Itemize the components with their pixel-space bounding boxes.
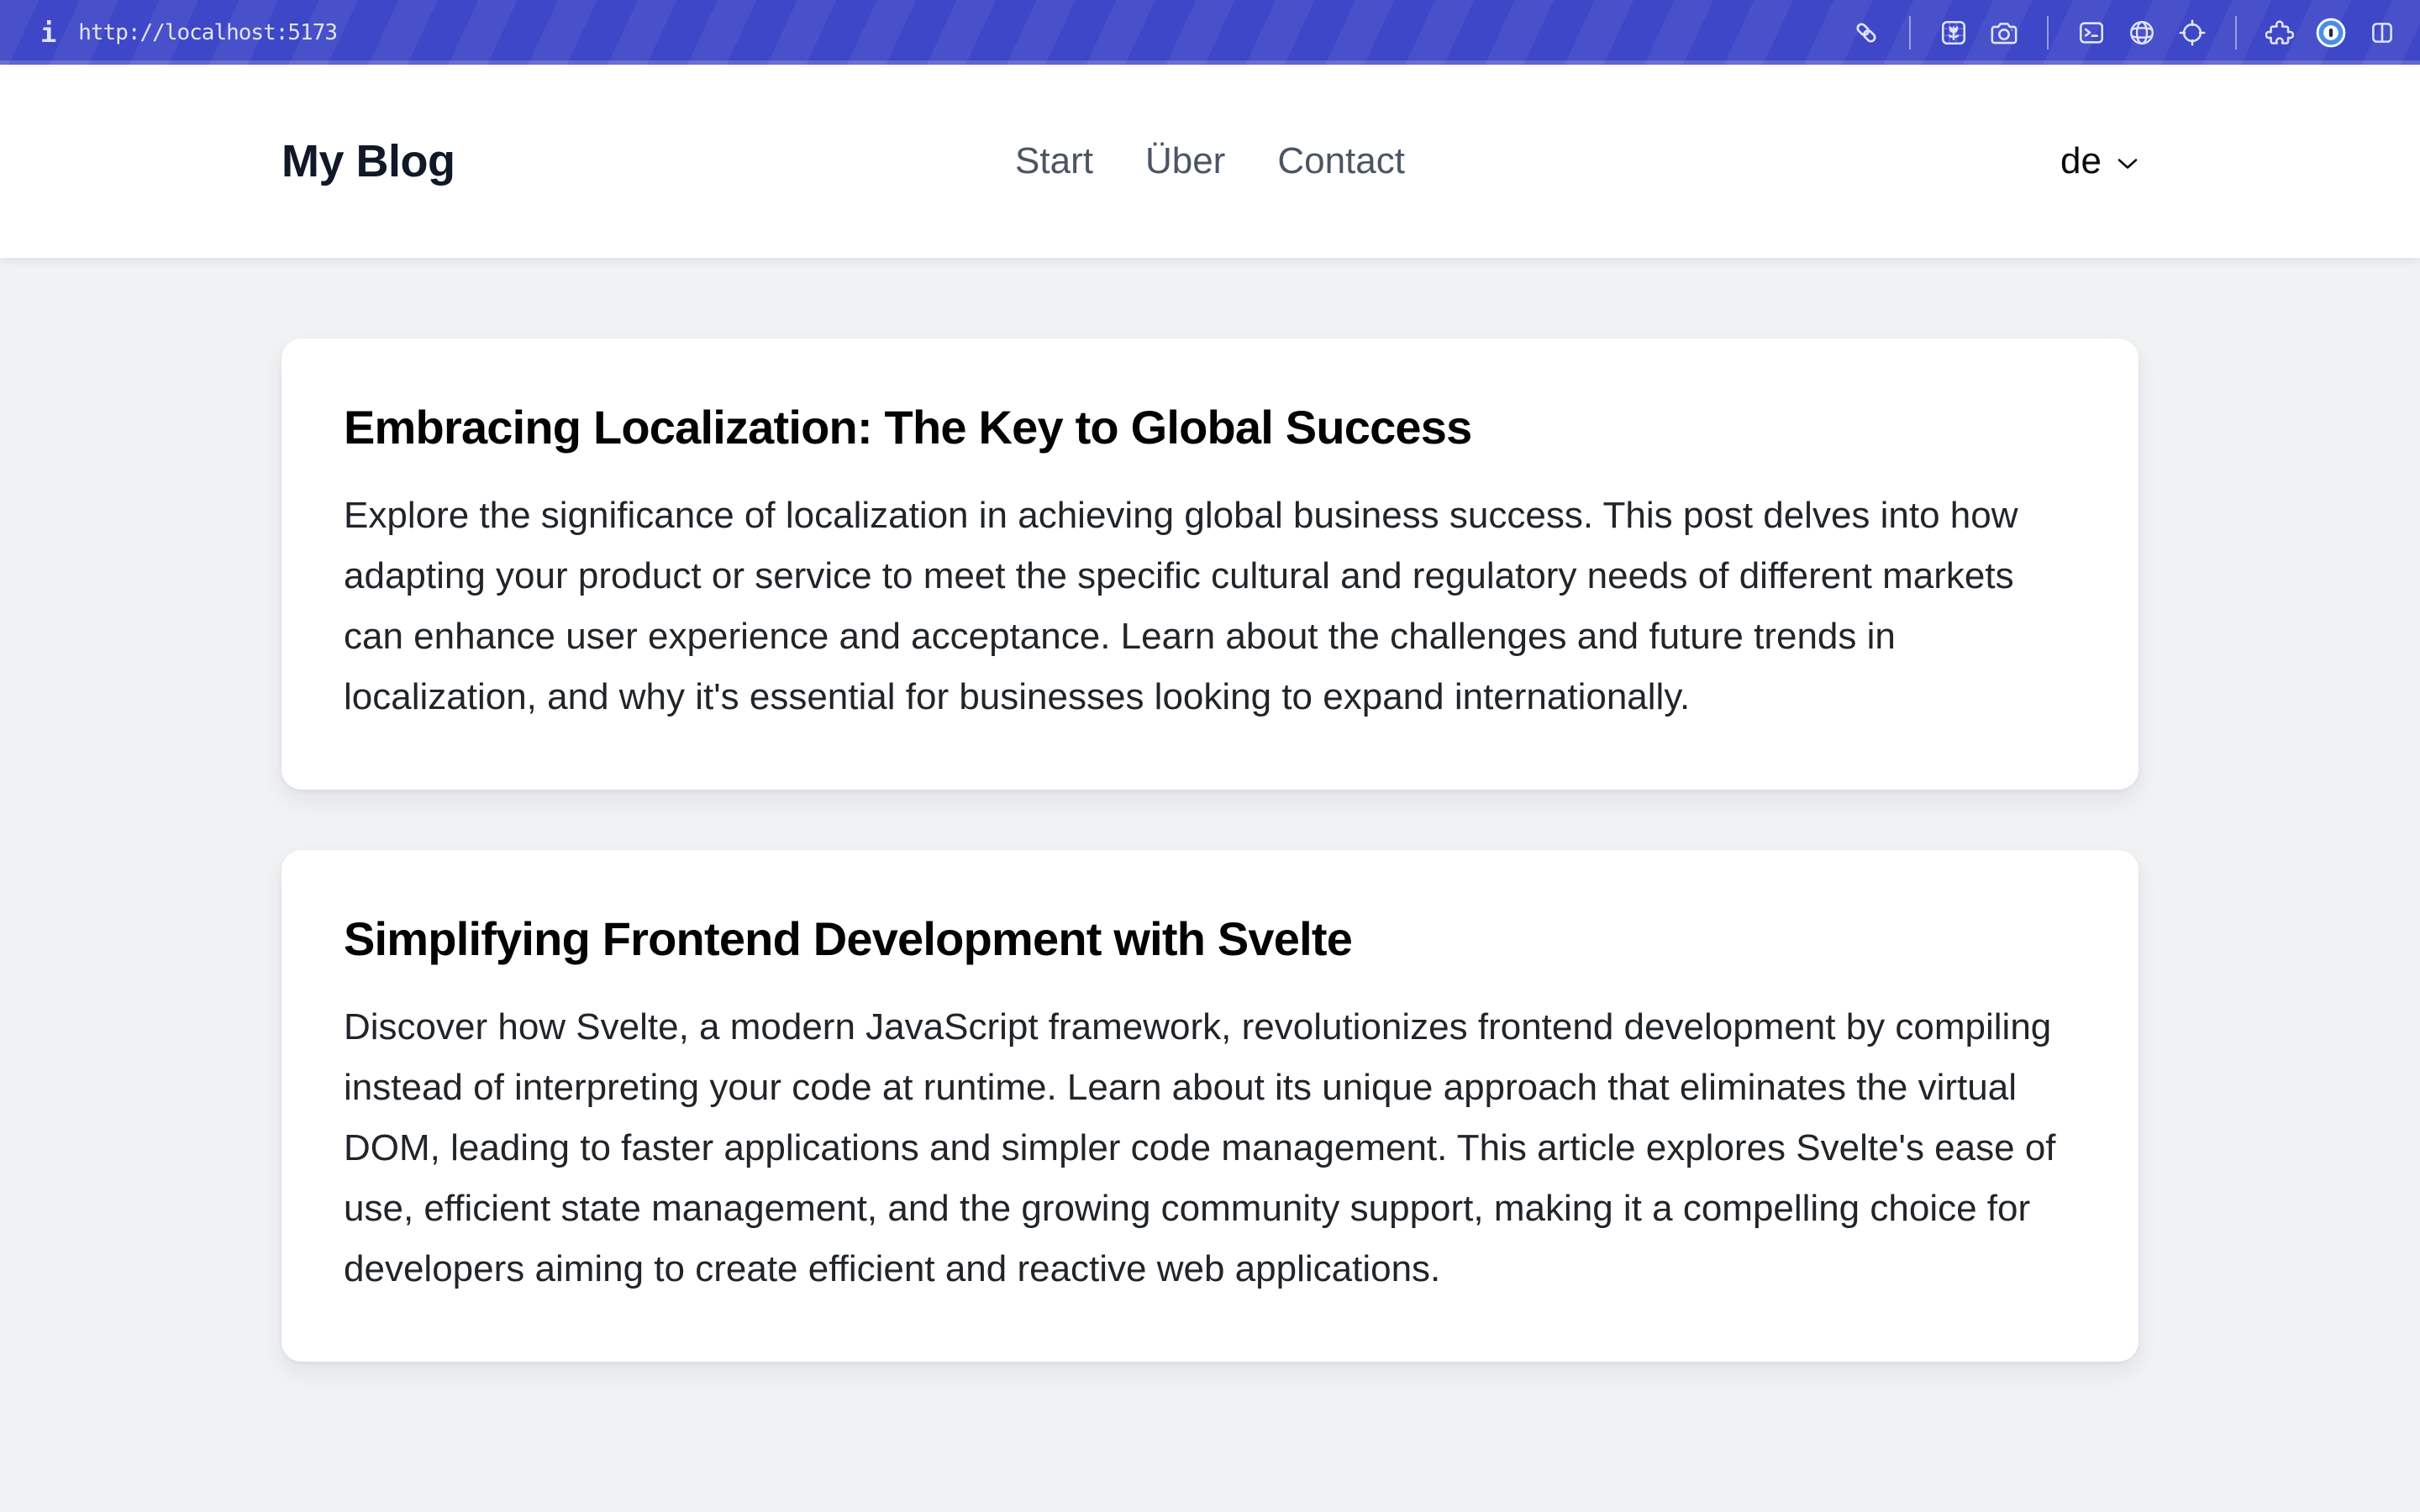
globe-icon[interactable] [2128,18,2156,47]
onepassword-icon[interactable] [2316,18,2346,48]
language-selector[interactable]: de [2060,140,2139,182]
nav-link-start[interactable]: Start [1015,140,1093,182]
post-excerpt: Discover how Svelte, a modern JavaScript… [344,1006,2056,1290]
terminal-icon[interactable] [2077,18,2106,47]
address-area: i http://localhost:5173 [40,19,338,46]
post-card-localization[interactable]: Embracing Localization: The Key to Globa… [281,339,2139,790]
link-icon[interactable] [1852,18,1881,47]
language-selected-label: de [2060,140,2102,181]
browser-toolbar: i http://localhost:5173 [0,0,2420,65]
main-nav: Start Über Contact [1015,140,1405,182]
post-card-svelte[interactable]: Simplifying Frontend Development with Sv… [281,850,2139,1362]
post-excerpt: Explore the significance of localization… [344,495,2018,718]
toolbar-divider [2235,15,2237,50]
split-view-icon[interactable] [2368,18,2396,47]
camera-icon[interactable] [1990,18,2018,47]
info-icon[interactable]: i [40,19,56,46]
toolbar-actions [1852,15,2396,50]
chevron-down-icon [2117,152,2139,171]
site-header: My Blog Start Über Contact de [0,65,2420,258]
post-title: Simplifying Frontend Development with Sv… [344,912,1353,966]
toolbar-divider [1909,15,1911,50]
nav-link-ueber[interactable]: Über [1145,140,1225,182]
site-title[interactable]: My Blog [281,135,1015,187]
page-content: Embracing Localization: The Key to Globa… [0,258,2420,1362]
flower-image-icon[interactable] [1939,18,1968,47]
crosshair-icon[interactable] [2178,18,2207,47]
toolbar-divider [2047,15,2049,50]
url-text[interactable]: http://localhost:5173 [78,20,338,45]
nav-link-contact[interactable]: Contact [1277,140,1405,182]
puzzle-icon[interactable] [2265,18,2294,47]
post-title: Embracing Localization: The Key to Globa… [344,401,1472,454]
